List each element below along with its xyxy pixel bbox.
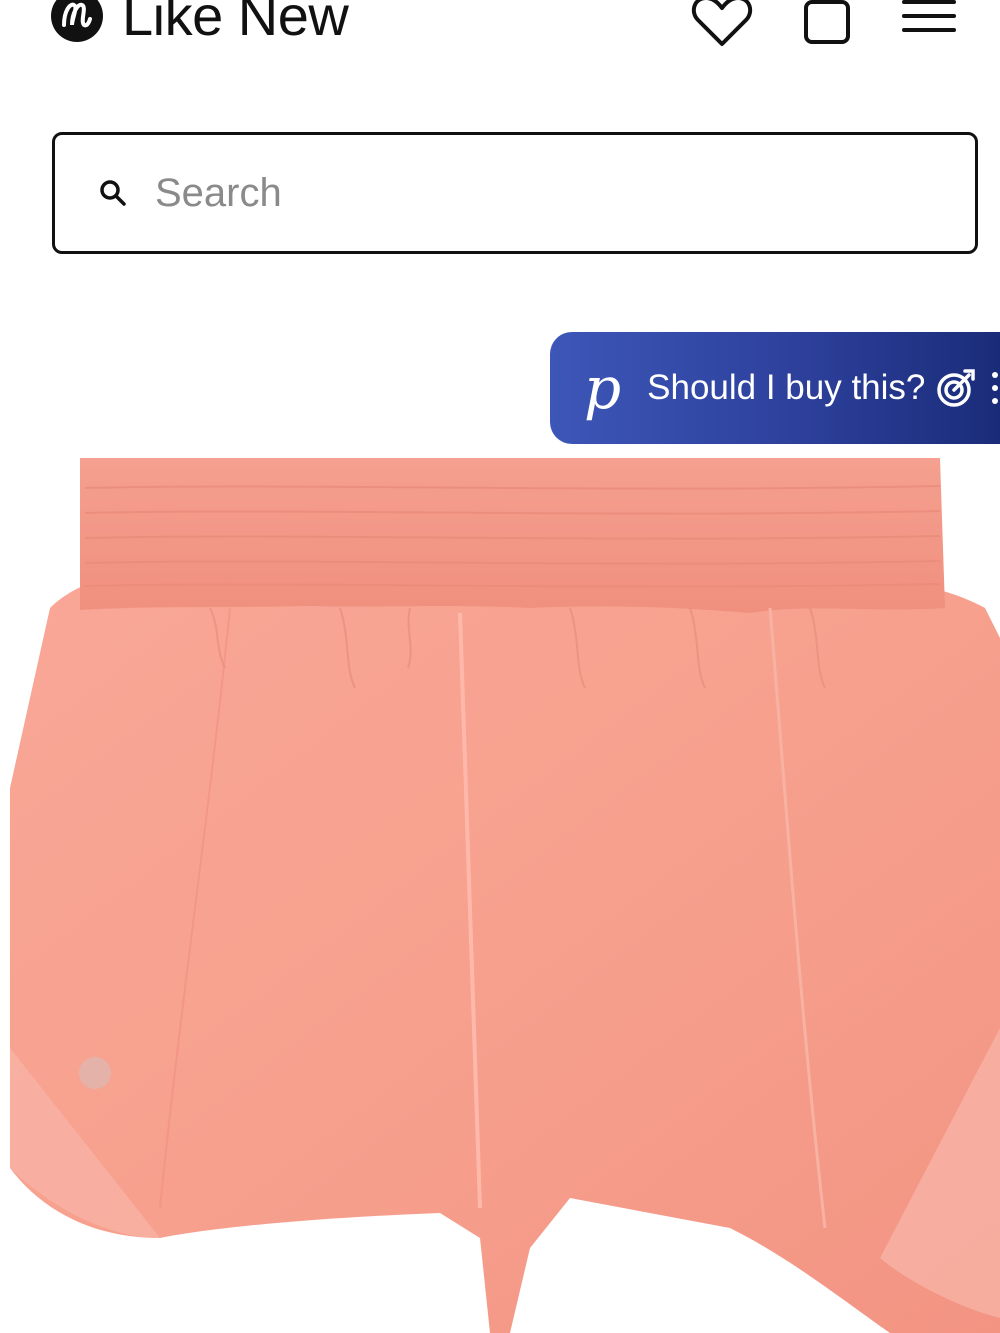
header: Like New	[0, 0, 1000, 70]
brand-title: Like New	[122, 0, 349, 47]
product-image[interactable]	[10, 308, 1000, 1333]
assistant-label: Should I buy this?	[647, 368, 926, 407]
assistant-logo: p	[584, 354, 622, 422]
shorts-illustration	[10, 458, 1000, 1333]
search-input[interactable]	[153, 162, 975, 224]
search-bar[interactable]	[52, 132, 978, 254]
shopping-bag-icon[interactable]	[802, 0, 852, 46]
should-i-buy-this-button[interactable]: p Should I buy this?	[550, 332, 1000, 444]
search-icon	[100, 180, 126, 206]
heart-icon[interactable]	[690, 0, 754, 50]
lululemon-logo-icon	[51, 0, 103, 42]
target-icon	[937, 369, 976, 407]
more-vertical-icon[interactable]	[991, 370, 999, 406]
brand-link[interactable]: Like New	[50, 0, 349, 47]
page: Like New Search p Should I buy this?	[0, 0, 1000, 1333]
hamburger-menu-icon[interactable]	[900, 0, 958, 40]
